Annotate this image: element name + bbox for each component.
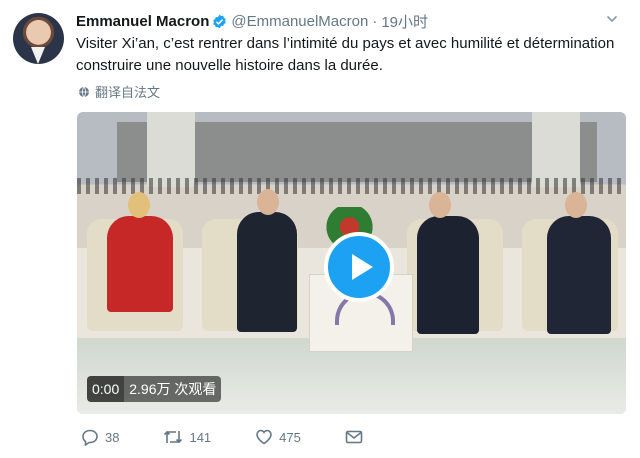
reply-count: 38 (105, 429, 120, 445)
video-scene-person (107, 216, 173, 312)
video-scene-person (237, 212, 297, 332)
video-scene-head (429, 192, 451, 218)
play-button[interactable] (324, 232, 394, 302)
tweet-timestamp[interactable]: 19小时 (381, 11, 428, 32)
video-scene-crowd (77, 178, 626, 194)
video-scene-pillar (532, 112, 580, 187)
video-scene-head (128, 192, 150, 218)
video-scene-pillar (147, 112, 195, 187)
translate-label: 翻译自法文 (95, 85, 161, 100)
reply-icon (82, 429, 98, 446)
video-scene-person (547, 216, 611, 334)
verified-badge-icon (213, 14, 227, 28)
like-count: 475 (279, 429, 301, 445)
heart-icon (256, 429, 272, 445)
author-avatar[interactable] (13, 13, 64, 64)
play-icon (352, 254, 373, 280)
retweet-button[interactable]: 141 (163, 428, 211, 446)
video-view-count: 2.96万 次观看 (129, 381, 217, 397)
tweet-header: Emmanuel Macron @EmmanuelMacron · 19小时 (76, 10, 620, 32)
video-scene-head (257, 189, 279, 215)
video-player[interactable]: 0:00 2.96万 次观看 (77, 112, 626, 414)
retweet-count: 141 (189, 429, 212, 445)
direct-message-button[interactable] (345, 429, 369, 445)
author-name[interactable]: Emmanuel Macron (76, 13, 209, 30)
reply-button[interactable]: 38 (81, 428, 119, 446)
author-handle[interactable]: @EmmanuelMacron (231, 13, 368, 30)
tweet-text: Visiter Xi’an, c’est rentrer dans l’inti… (76, 35, 615, 74)
like-button[interactable]: 475 (255, 428, 301, 446)
retweet-icon (164, 430, 183, 444)
video-scene-person (417, 216, 479, 334)
translate-link[interactable]: 翻译自法文 (78, 82, 160, 101)
video-info-bar: 0:00 2.96万 次观看 (87, 376, 222, 402)
tweet-actions: 38 141 475 (81, 428, 413, 446)
separator-dot: · (372, 12, 378, 30)
video-scene-head (565, 192, 587, 218)
video-duration: 0:00 (87, 376, 125, 402)
globe-icon (79, 86, 89, 97)
envelope-icon (345, 430, 363, 444)
chevron-down-icon[interactable] (606, 13, 618, 25)
